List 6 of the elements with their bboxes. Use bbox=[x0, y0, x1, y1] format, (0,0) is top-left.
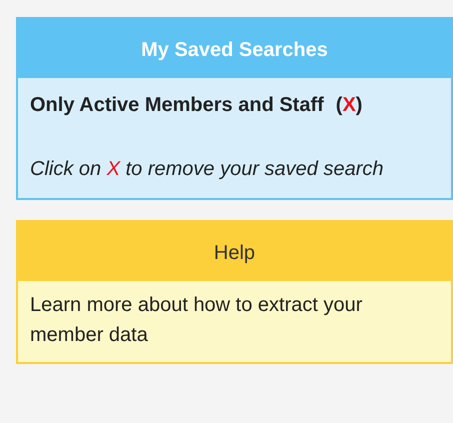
remove-link[interactable]: (X) bbox=[336, 90, 362, 120]
hint-text: Click on X to remove your saved search bbox=[30, 157, 385, 182]
panel-title: Help bbox=[18, 222, 451, 281]
help-text: Learn more about how to extract your member data bbox=[29, 293, 364, 348]
panel-title: My Saved Searches bbox=[18, 19, 451, 78]
saved-search-name[interactable]: Only Active Members and Staff bbox=[30, 90, 324, 120]
